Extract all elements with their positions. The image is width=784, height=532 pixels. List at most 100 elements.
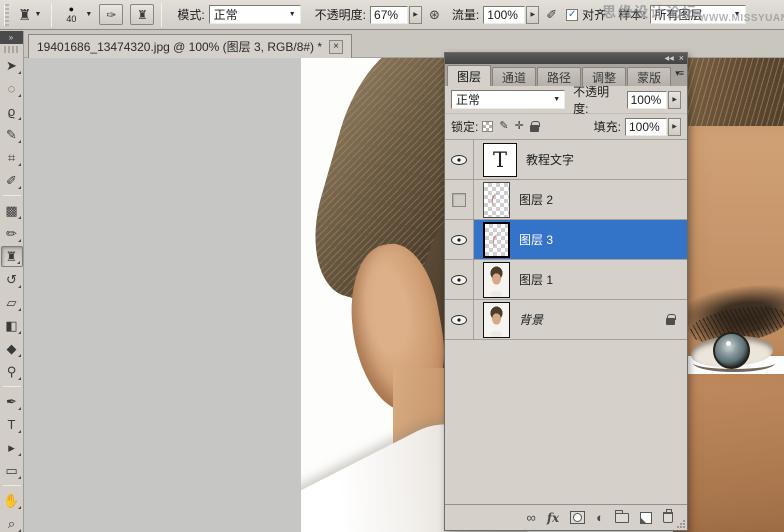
layer-row-2[interactable]: 图层 2 [445, 180, 687, 220]
divider [2, 485, 21, 486]
tab-channels[interactable]: 通道 [492, 67, 537, 86]
divider [2, 386, 21, 387]
spinner-icon: ▶ [672, 97, 678, 103]
tab-paths[interactable]: 路径 [537, 67, 582, 86]
new-layer-icon[interactable] [640, 511, 652, 524]
eyedropper-tool[interactable]: ✐ [1, 170, 23, 191]
flow-spinner[interactable]: ▶ [526, 5, 540, 24]
tab-masks[interactable]: 蒙版 [627, 67, 672, 86]
toggle-brush-panel-button[interactable]: ✑ [99, 4, 124, 25]
lock-position-icon[interactable]: ✛ [515, 121, 524, 132]
visibility-toggle[interactable] [445, 220, 474, 259]
eye-icon [451, 154, 467, 165]
delete-layer-icon[interactable] [663, 509, 673, 523]
dodge-tool[interactable]: ⚲ [1, 361, 23, 382]
pen-tool-icon: ✒ [6, 394, 17, 409]
collapse-panel-icon[interactable]: ◀◀ [665, 56, 674, 62]
clone-stamp-tool[interactable]: ♜ [0, 246, 23, 267]
hand-tool[interactable]: ✋ [1, 490, 23, 511]
layer-name[interactable]: 教程文字 [526, 151, 574, 168]
tool-preset-picker[interactable]: ♜ ▼ [15, 4, 44, 26]
lock-paint-icon[interactable]: ✎ [499, 121, 508, 132]
photo-lower-lash [693, 354, 775, 372]
eraser-tool[interactable]: ▱ [1, 292, 23, 313]
link-layers-icon[interactable]: ∞ [527, 511, 536, 524]
aligned-checkbox[interactable]: ✓ [566, 8, 579, 21]
new-group-icon[interactable] [615, 509, 629, 523]
toolbox-grip[interactable] [4, 46, 19, 53]
text-layer-thumbnail[interactable]: T [483, 142, 517, 177]
airbrush-icon[interactable]: ✐ [546, 7, 557, 23]
layer-name[interactable]: 图层 2 [519, 191, 553, 208]
gradient-tool[interactable]: ◧ [1, 315, 23, 336]
shape-tool[interactable]: ▭ [1, 460, 23, 481]
visibility-toggle[interactable] [445, 140, 474, 179]
layer-thumbnail[interactable] [483, 301, 510, 338]
eraser-tool-icon: ▱ [6, 295, 17, 310]
airbrush-pressure-icon[interactable]: ⊛ [429, 7, 440, 23]
crop-tool[interactable]: ⌗ [1, 147, 23, 168]
brush-panel-icon: ✑ [106, 7, 117, 22]
layer-style-button[interactable]: fx [547, 511, 559, 525]
panel-resize-grip[interactable] [677, 520, 685, 528]
lasso-tool[interactable]: ϱ [1, 101, 23, 122]
layer-row-background[interactable]: 背景 [445, 300, 687, 340]
visibility-toggle[interactable] [445, 260, 474, 299]
add-layer-mask-icon[interactable] [570, 511, 586, 524]
layer-name[interactable]: 图层 3 [519, 231, 553, 248]
blur-tool[interactable]: ◆ [1, 338, 23, 359]
visibility-toggle[interactable] [445, 300, 474, 339]
history-brush-tool[interactable]: ↺ [1, 269, 23, 290]
zoom-tool[interactable]: ⌕ [1, 513, 23, 532]
layer-name[interactable]: 背景 [519, 311, 543, 328]
adjustment-layer-icon[interactable]: ◐ [596, 511, 604, 524]
visibility-toggle[interactable] [445, 180, 474, 219]
opacity-input[interactable]: 67% [370, 5, 409, 24]
layer-row-text[interactable]: T 教程文字 [445, 140, 687, 180]
toolbox-collapse-button[interactable]: » [0, 31, 23, 44]
document-tab[interactable]: 19401686_13474320.jpg @ 100% (图层 3, RGB/… [28, 34, 353, 58]
layer-thumbnail[interactable] [483, 221, 510, 258]
tab-adjustments[interactable]: 调整 [582, 67, 627, 86]
tab-label: 调整 [592, 70, 617, 85]
photo-cheek [673, 374, 784, 532]
options-bar-grip[interactable] [4, 3, 9, 26]
panel-menu-icon[interactable]: ▾≡ [675, 68, 684, 79]
layer-name[interactable]: 图层 1 [519, 271, 553, 288]
path-selection-tool[interactable]: ▸ [1, 437, 23, 458]
layer-row-1[interactable]: 图层 1 [445, 260, 687, 300]
toggle-clone-source-panel-button[interactable]: ♜ [130, 4, 155, 25]
layer-opacity-spinner[interactable]: ▶ [668, 90, 682, 109]
fill-input[interactable]: 100% [625, 117, 667, 136]
flow-input[interactable]: 100% [483, 5, 526, 24]
opacity-label: 不透明度: [314, 8, 367, 22]
path-selection-tool-icon: ▸ [8, 440, 15, 455]
type-tool[interactable]: T [1, 414, 23, 435]
mode-label: 模式: [177, 8, 205, 22]
fill-spinner[interactable]: ▶ [668, 117, 681, 136]
spinner-icon: ▶ [413, 12, 418, 18]
opacity-spinner[interactable]: ▶ [409, 5, 423, 24]
pen-tool[interactable]: ✒ [1, 391, 23, 412]
layer-blend-mode-select[interactable]: 正常 ▼ [451, 90, 566, 109]
brush-tool[interactable]: ✏ [1, 223, 23, 244]
tab-label: 蒙版 [637, 70, 662, 85]
layer-thumbnail[interactable] [483, 181, 510, 218]
chevron-down-icon[interactable]: ▼ [85, 11, 92, 18]
layer-thumbnail[interactable] [483, 261, 510, 298]
brush-preset-picker[interactable]: ● 40 [59, 5, 83, 24]
quick-selection-tool[interactable]: ✎ [1, 124, 23, 145]
blend-mode-select[interactable]: 正常 ▼ [208, 5, 301, 24]
layer-row-3-selected[interactable]: 图层 3 [445, 220, 687, 260]
lock-transparency-icon[interactable] [482, 121, 494, 132]
close-document-button[interactable]: × [329, 39, 344, 54]
layer-opacity-input[interactable]: 100% [626, 90, 668, 109]
lock-all-icon[interactable] [529, 121, 540, 132]
close-panel-icon[interactable]: × [679, 54, 684, 63]
move-tool[interactable]: ➤ [1, 55, 23, 76]
marquee-tool[interactable]: ◌ [1, 78, 23, 99]
brush-tip-icon: ● [68, 4, 75, 14]
tab-layers[interactable]: 图层 [447, 65, 492, 86]
spot-healing-brush-tool[interactable]: ▩ [1, 200, 23, 221]
tab-label: 路径 [547, 70, 572, 85]
